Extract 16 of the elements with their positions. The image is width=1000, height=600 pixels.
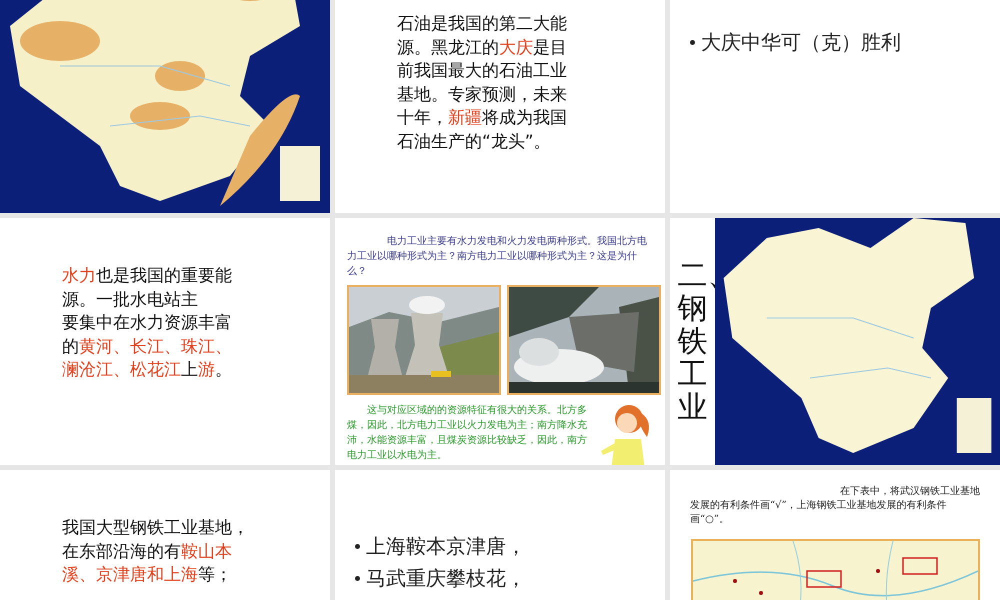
- slide-thumbnail[interactable]: 电力工业主要有水力发电和火力发电两种形式。我国北方电力工业以哪种形式为主？南方电力工业以哪种形式为主？这是为什么？ 这与对应区域的的资源特征有很大的关系。北方多煤，因此，北方电力工业以火力发电为主；南方降水充沛，水能资源丰富，且煤炭资源比较缺乏，因此，南方电力工业以水电为主。: [335, 218, 665, 465]
- slide-thumbnail[interactable]: 我国大型钢铁工业基地， 在东部沿海的有鞍山本 溪、京津唐和上海等；: [0, 470, 330, 600]
- slide-thumbnail[interactable]: 石油是我国的第二大能 源。黑龙江的大庆是目 前我国最大的石油工业 基地。专家预测，未来 十年，新疆将成为我国 石油生产的“龙头”。: [335, 0, 665, 213]
- slide-text: 石油是我国的第二大能 源。黑龙江的大庆是目 前我国最大的石油工业 基地。专家预测，未来 十年，新疆将成为我国 石油生产的“龙头”。: [396, 13, 567, 154]
- slide-text: 水力也是我国的重要能 源。一批水电站主 要集中在水力资源丰富 的黄河、长江、珠江、 澜沧江、松花江上游。: [61, 265, 232, 382]
- slide-thumbnail[interactable]: 上海鞍本京津唐， 马武重庆攀枝花，: [335, 470, 665, 600]
- slide-thumbnail[interactable]: 大庆中华可（克）胜利: [670, 0, 1000, 213]
- bullet-text: 大庆中华可（克）胜利: [690, 28, 901, 56]
- bullet-text: 马武重庆攀枝花，: [355, 564, 526, 592]
- question-text: 电力工业主要有水力发电和火力发电两种形式。我国北方电力工业以哪种形式为主？南方电力工业以哪种形式为主？这是为什么？: [347, 234, 648, 279]
- answer-text: 这与对应区域的的资源特征有很大的关系。北方多煤，因此，北方电力工业以火力发电为主；南方降水充沛，水能资源丰富，且煤炭资源比较缺乏，因此，南方电力工业以水电为主。: [347, 404, 588, 463]
- slide-thumbnail[interactable]: 在下表中，将武汉钢铁工业基地发展的有利条件画“√”，上海钢铁工业基地发展的有利条件画“○”。: [670, 470, 1000, 600]
- bullet-text: 上海鞍本京津唐，: [355, 532, 526, 560]
- exercise-text: 在下表中，将武汉钢铁工业基地发展的有利条件画“√”，上海钢铁工业基地发展的有利条件画“○”。: [690, 485, 980, 527]
- slide-thumbnail[interactable]: 水力也是我国的重要能 源。一批水电站主 要集中在水力资源丰富 的黄河、长江、珠江、 澜沧江、松花江上游。: [0, 218, 330, 465]
- slide-text: 我国大型钢铁工业基地， 在东部沿海的有鞍山本 溪、京津唐和上海等；: [61, 517, 249, 587]
